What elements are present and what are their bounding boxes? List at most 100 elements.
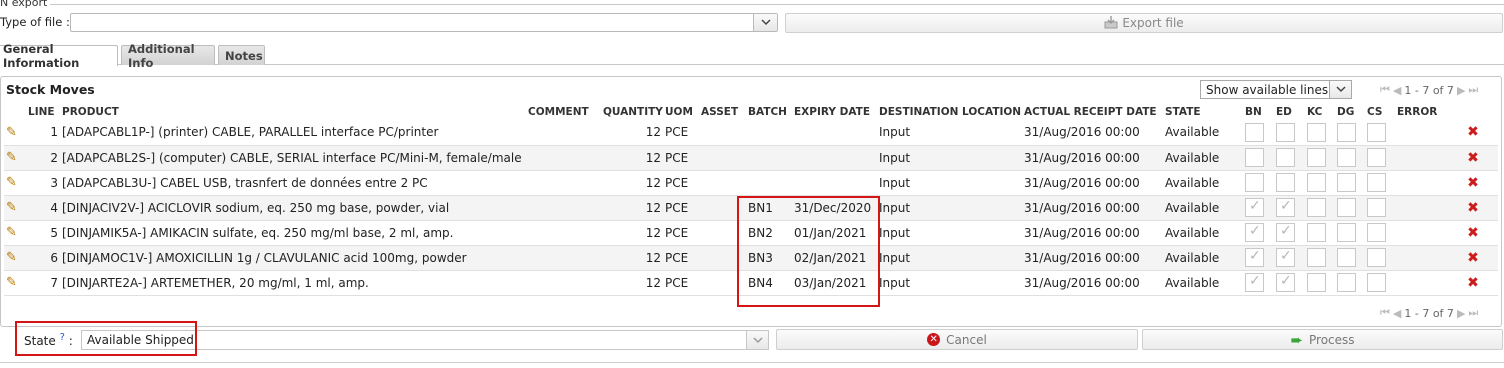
column-header-product[interactable]: PRODUCT bbox=[60, 103, 526, 120]
dg-checkbox[interactable] bbox=[1337, 173, 1356, 192]
column-header-destination-location[interactable]: DESTINATION LOCATION bbox=[877, 103, 1022, 120]
cs-checkbox[interactable] bbox=[1367, 248, 1386, 267]
chevron-down-icon[interactable] bbox=[1329, 81, 1351, 98]
last-page-icon[interactable]: ⏭ bbox=[1468, 83, 1478, 97]
destination-cell: Input bbox=[877, 220, 1022, 246]
process-button[interactable]: ➨ Process bbox=[1142, 329, 1503, 350]
cs-checkbox[interactable] bbox=[1367, 122, 1386, 142]
tab-notes[interactable]: Notes bbox=[218, 45, 265, 65]
bn-checkbox[interactable] bbox=[1245, 273, 1264, 292]
delete-icon[interactable]: ✖ bbox=[1448, 120, 1498, 146]
column-header-kc[interactable]: KC bbox=[1305, 103, 1335, 120]
delete-icon[interactable]: ✖ bbox=[1448, 170, 1498, 196]
ed-checkbox[interactable] bbox=[1276, 148, 1295, 167]
error-cell bbox=[1395, 120, 1448, 146]
ed-checkbox[interactable] bbox=[1276, 223, 1295, 242]
dg-checkbox-cell bbox=[1335, 245, 1365, 271]
first-page-icon[interactable]: ⏮ bbox=[1380, 83, 1390, 97]
delete-icon[interactable]: ✖ bbox=[1448, 195, 1498, 221]
cs-checkbox[interactable] bbox=[1367, 148, 1386, 167]
ed-checkbox-cell bbox=[1274, 170, 1305, 196]
column-header-actual-receipt-date[interactable]: ACTUAL RECEIPT DATE bbox=[1022, 103, 1163, 120]
bn-checkbox[interactable] bbox=[1245, 248, 1264, 267]
destination-cell: Input bbox=[877, 145, 1022, 171]
column-header-error[interactable]: ERROR bbox=[1395, 103, 1448, 120]
bn-checkbox[interactable] bbox=[1245, 173, 1264, 192]
destination-cell: Input bbox=[877, 170, 1022, 196]
dg-checkbox[interactable] bbox=[1337, 198, 1356, 217]
bn-checkbox-cell bbox=[1243, 120, 1274, 146]
first-page-icon[interactable]: ⏮ bbox=[1380, 306, 1390, 320]
kc-checkbox-cell bbox=[1305, 195, 1335, 221]
edit-icon[interactable]: ✎ bbox=[4, 270, 26, 296]
kc-checkbox-cell bbox=[1305, 245, 1335, 271]
export-file-button[interactable]: Export file bbox=[785, 13, 1503, 33]
show-lines-select[interactable]: Show available lines bbox=[1200, 80, 1352, 99]
delete-icon[interactable]: ✖ bbox=[1448, 245, 1498, 271]
dg-checkbox[interactable] bbox=[1337, 122, 1356, 142]
kc-checkbox[interactable] bbox=[1307, 173, 1326, 192]
delete-icon[interactable]: ✖ bbox=[1448, 270, 1498, 296]
table-header-row: LINE PRODUCT COMMENT QUANTITY UOM ASSET … bbox=[4, 103, 1498, 120]
tab-general-information[interactable]: General Information bbox=[0, 42, 118, 70]
next-page-icon[interactable]: ▶ bbox=[1457, 307, 1465, 320]
next-page-icon[interactable]: ▶ bbox=[1457, 84, 1465, 97]
cs-checkbox[interactable] bbox=[1367, 223, 1386, 242]
ed-checkbox[interactable] bbox=[1276, 248, 1295, 267]
table-row[interactable]: ✎ 1 [ADAPCABL1P-] (printer) CABLE, PARALLE… bbox=[4, 120, 1498, 146]
bn-checkbox[interactable] bbox=[1245, 223, 1264, 242]
cancel-button[interactable]: ✕ Cancel bbox=[776, 329, 1138, 350]
kc-checkbox[interactable] bbox=[1307, 122, 1326, 142]
kc-checkbox[interactable] bbox=[1307, 273, 1326, 292]
column-header-expiry-date[interactable]: EXPIRY DATE bbox=[792, 103, 877, 120]
column-header-dg[interactable]: DG bbox=[1335, 103, 1365, 120]
column-header-asset[interactable]: ASSET bbox=[699, 103, 746, 120]
tab-additional-info[interactable]: Additional Info bbox=[121, 42, 215, 70]
last-page-icon[interactable]: ⏭ bbox=[1468, 306, 1478, 320]
type-of-file-select[interactable] bbox=[70, 13, 778, 32]
cs-checkbox[interactable] bbox=[1367, 273, 1386, 292]
dg-checkbox[interactable] bbox=[1337, 148, 1356, 167]
edit-icon[interactable]: ✎ bbox=[4, 120, 26, 146]
column-header-state[interactable]: STATE bbox=[1163, 103, 1243, 120]
column-header-comment[interactable]: COMMENT bbox=[526, 103, 601, 120]
dg-checkbox[interactable] bbox=[1337, 248, 1356, 267]
table-row[interactable]: ✎ 2 [ADAPCABL2S-] (computer) CABLE, SERIAL… bbox=[4, 145, 1498, 171]
chevron-down-icon[interactable] bbox=[746, 331, 768, 349]
kc-checkbox[interactable] bbox=[1307, 248, 1326, 267]
kc-checkbox[interactable] bbox=[1307, 198, 1326, 217]
kc-checkbox[interactable] bbox=[1307, 148, 1326, 167]
cs-checkbox[interactable] bbox=[1367, 198, 1386, 217]
column-header-uom[interactable]: UOM bbox=[663, 103, 699, 120]
dg-checkbox[interactable] bbox=[1337, 273, 1356, 292]
state-cell: Available bbox=[1163, 245, 1243, 271]
cs-checkbox[interactable] bbox=[1367, 173, 1386, 192]
edit-icon[interactable]: ✎ bbox=[4, 220, 26, 246]
chevron-down-icon[interactable] bbox=[753, 14, 777, 31]
kc-checkbox[interactable] bbox=[1307, 223, 1326, 242]
bn-checkbox[interactable] bbox=[1245, 148, 1264, 167]
delete-icon[interactable]: ✖ bbox=[1448, 145, 1498, 171]
ed-checkbox[interactable] bbox=[1276, 173, 1295, 192]
edit-icon[interactable]: ✎ bbox=[4, 245, 26, 271]
ed-checkbox[interactable] bbox=[1276, 122, 1295, 142]
edit-icon[interactable]: ✎ bbox=[4, 145, 26, 171]
ed-checkbox[interactable] bbox=[1276, 198, 1295, 217]
column-header-quantity[interactable]: QUANTITY bbox=[601, 103, 663, 120]
column-header-line[interactable]: LINE bbox=[26, 103, 60, 120]
ed-checkbox[interactable] bbox=[1276, 273, 1295, 292]
column-header-ed[interactable]: ED bbox=[1274, 103, 1305, 120]
bn-checkbox[interactable] bbox=[1245, 198, 1264, 217]
error-cell bbox=[1395, 220, 1448, 246]
column-header-cs[interactable]: CS bbox=[1365, 103, 1395, 120]
delete-icon[interactable]: ✖ bbox=[1448, 220, 1498, 246]
table-row[interactable]: ✎ 3 [ADAPCABL3U-] CABEL USB, trasnfert de … bbox=[4, 170, 1498, 196]
prev-page-icon[interactable]: ◀ bbox=[1393, 307, 1401, 320]
bn-checkbox[interactable] bbox=[1245, 122, 1264, 142]
edit-icon[interactable]: ✎ bbox=[4, 170, 26, 196]
dg-checkbox[interactable] bbox=[1337, 223, 1356, 242]
column-header-batch[interactable]: BATCH bbox=[746, 103, 792, 120]
prev-page-icon[interactable]: ◀ bbox=[1393, 84, 1401, 97]
edit-icon[interactable]: ✎ bbox=[4, 195, 26, 221]
column-header-bn[interactable]: BN bbox=[1243, 103, 1274, 120]
